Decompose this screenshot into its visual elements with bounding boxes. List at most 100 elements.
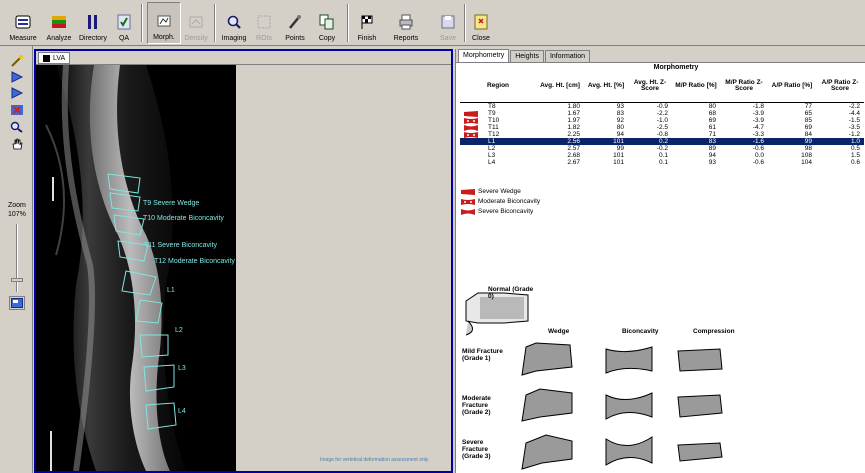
step-icon [11,87,24,99]
table-row[interactable]: L1 2.56 101 0.2 83 -1.6 99 1.0 [460,137,864,145]
main-toolbar: Measure Analyze Directory QA Morph. Dens… [0,0,865,46]
image-tab-lva[interactable]: LVA [38,52,71,64]
qa-icon [115,13,133,31]
region-cell: L2 [460,145,536,152]
severe-wedge-illustration [521,434,573,470]
points-button[interactable]: Points [281,2,309,44]
table-row[interactable]: T11 1.82 80 -2.5 61 -4.7 69 -3.5 [460,124,864,131]
zoom-readout: Zoom 107% [8,201,26,219]
region-cell: L4 [460,159,536,166]
value-cell: 2.57 [567,144,580,152]
copy-icon [318,13,336,31]
table-row[interactable]: L4 2.67 101 0.1 93 -0.6 104 0.6 [460,159,864,166]
table-row[interactable]: T12 2.25 94 -0.8 71 -3.3 84 -1.2 [460,131,864,138]
fit-window-button[interactable] [9,296,25,310]
pan-tool[interactable] [9,137,25,151]
value-cell: 0.2 [628,137,672,145]
value-cell: 68 [708,109,716,117]
value-cell: 0.1 [658,151,668,159]
legend-item: Severe Biconcavity [460,207,540,217]
table-row[interactable]: T10 1.97 92 -1.0 69 -3.9 85 -1.5 [460,117,864,124]
severe-biconcavity-illustration [605,436,653,466]
value-cell: 85 [804,116,812,124]
delete-point-tool[interactable] [9,103,25,117]
step-tool[interactable] [9,86,25,100]
spine-xray-image[interactable] [36,65,236,471]
value-cell: -3.9 [752,109,764,117]
morphometry-table: Region Avg. Ht. [cm] Avg. Ht. [%] Avg. H… [460,71,864,166]
moderate-compression-illustration [677,394,723,418]
region-label: L4 [488,158,496,166]
tab-information[interactable]: Information [544,50,590,62]
table-row[interactable]: L3 2.68 101 0.1 94 0.0 108 1.5 [460,152,864,159]
table-row[interactable]: T8 1.80 93 -0.9 80 -1.8 77 -2.2 [460,102,864,110]
measure-label: Measure [9,35,37,42]
zoom-tool[interactable] [9,120,25,134]
analyze-button[interactable]: Analyze [44,2,74,44]
play-icon [11,71,24,83]
value-cell: 1.5 [850,151,860,159]
value-cell: 84 [804,130,812,138]
value-cell: 1.67 [567,109,580,117]
moderate-wedge-illustration [521,388,573,422]
toolbar-separator [464,4,466,42]
tab-heights[interactable]: Heights [510,50,544,62]
mild-wedge-illustration [521,342,573,376]
region-label: T8 [488,102,496,110]
save-label: Save [440,35,456,42]
qa-label: QA [118,35,130,42]
play-tool[interactable] [9,70,25,84]
rois-label: ROIs [256,35,272,42]
close-icon [472,13,490,31]
qa-button[interactable]: QA [112,2,136,44]
results-tabs: Morphometry Heights Information [456,49,865,63]
measure-icon [14,13,32,31]
finish-label: Finish [357,35,377,42]
value-cell: -1.2 [848,130,860,138]
finish-button[interactable]: Finish [354,2,380,44]
table-row[interactable]: L2 2.57 99 -0.2 89 -0.6 98 0.5 [460,145,864,152]
legend-label: Severe Biconcavity [478,208,534,215]
region-label: T12 [488,130,500,138]
value-cell: -0.8 [656,130,668,138]
grade-row-label: Severe Fracture (Grade 3) [462,439,491,460]
value-cell: 92 [616,116,624,124]
value-cell: -3.9 [752,116,764,124]
value-cell: 1.97 [567,116,580,124]
severe-compression-illustration [677,442,723,462]
value-cell: 94 [616,130,624,138]
value-cell: 1.82 [567,123,580,131]
grade-column-header: Biconcavity [622,328,659,335]
reports-button[interactable]: Reports [388,2,424,44]
zoom-slider-thumb[interactable] [11,278,23,282]
value-cell: 99 [768,137,816,145]
toolbar-separator [347,4,349,42]
region-cell: L3 [460,152,536,159]
table-row[interactable]: T9 1.67 83 -2.2 68 -3.9 65 -4.4 [460,110,864,117]
value-cell: -2.2 [656,109,668,117]
fit-window-icon [11,298,23,308]
morphometry-table-body: T8 1.80 93 -0.9 80 -1.8 77 -2.2 T9 1.67 83 -2.2 68 -3… [460,102,864,166]
results-panel: Morphometry Heights Information Morphome… [455,49,865,473]
morph-icon [155,12,173,30]
close-label: Close [472,35,490,42]
region-cell: T9 [460,110,536,117]
region-cell: T10 [460,117,536,124]
measure-button[interactable]: Measure [3,2,43,44]
directory-button[interactable]: Directory [76,2,110,44]
legend-label: Moderate Biconcavity [478,198,541,205]
copy-button[interactable]: Copy [314,2,340,44]
close-button[interactable]: Close [469,2,493,44]
value-cell: 101 [613,151,624,159]
morph-button[interactable]: Morph. [147,2,181,44]
image-tab-bar: LVA [36,51,451,65]
column-header: A/P Ratio Z-Score [816,71,864,103]
density-icon [187,13,205,31]
wand-tool[interactable] [9,54,25,68]
imaging-button[interactable]: Imaging [220,2,248,44]
finish-icon [358,13,376,31]
normal-grade-label: Normal (Grade 0) [488,286,534,300]
region-cell: T11 [460,124,536,131]
tab-morphometry[interactable]: Morphometry [458,49,510,62]
scan-icon [43,54,50,62]
